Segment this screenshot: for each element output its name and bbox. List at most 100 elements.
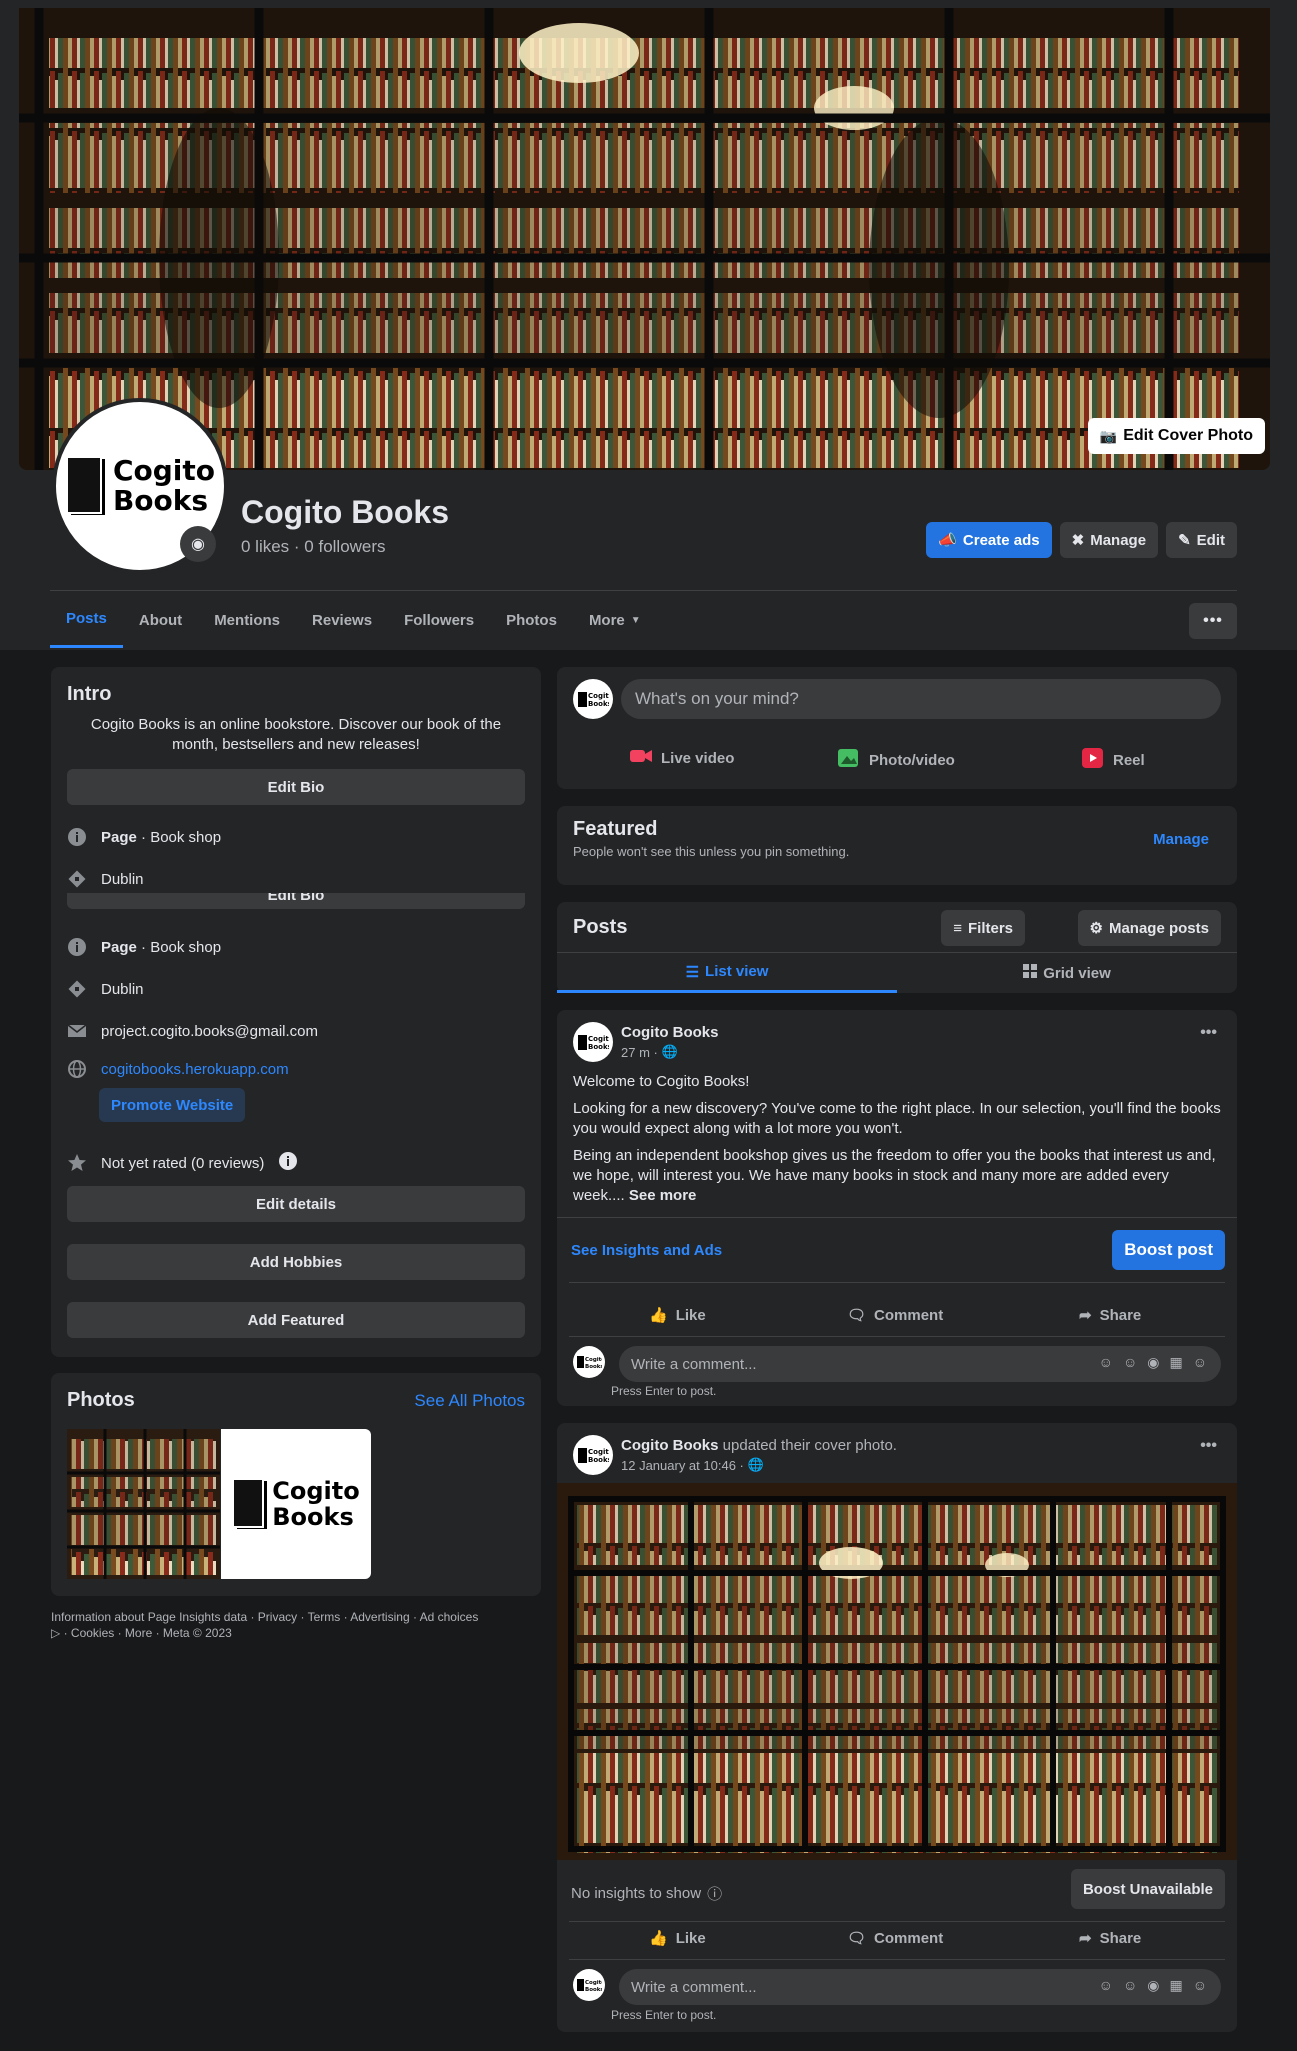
comment-button[interactable]: 🗨 Comment [847, 1306, 943, 1325]
post-author[interactable]: Cogito Books [621, 1024, 719, 1041]
more-options-button[interactable]: ••• [1189, 603, 1237, 639]
divider [569, 1336, 1225, 1337]
gif-icon[interactable]: ▦ [1169, 1977, 1182, 1994]
gear-icon: ⚙ [1089, 920, 1103, 937]
reel-button[interactable]: Reel [1081, 747, 1145, 773]
comment-input[interactable]: Write a comment... ☺ ☺ ◉ ▦ ☺ [619, 1346, 1221, 1382]
globe-icon [67, 1059, 87, 1079]
featured-manage-link[interactable]: Manage [1153, 831, 1209, 848]
see-more-link[interactable]: See more [629, 1187, 697, 1204]
manage-button[interactable]: ✖ Manage [1059, 522, 1159, 558]
post-avatar[interactable]: CogitoBooks [573, 1435, 613, 1475]
share-icon: ➦ [1079, 1307, 1092, 1324]
header-actions: 📣 Create ads ✖ Manage ✎ Edit [926, 522, 1237, 558]
location-icon [67, 869, 87, 889]
avatar-sticker-icon[interactable]: ☺ [1099, 1977, 1113, 1994]
pencil-icon: ✎ [1178, 532, 1191, 549]
share-button[interactable]: ➦ Share [1079, 1929, 1141, 1948]
whats-on-your-mind-input[interactable]: What's on your mind? [621, 679, 1221, 719]
photos-card: Photos See All Photos Cogito Books [51, 1373, 541, 1596]
tabs-divider [50, 590, 1237, 591]
intro-location-2: Dublin [67, 979, 144, 999]
tab-mentions[interactable]: Mentions [198, 592, 296, 648]
sliders-icon: ≡ [953, 919, 962, 937]
promote-website-button[interactable]: Promote Website [99, 1088, 246, 1122]
post-timestamp[interactable]: 12 January at 10:46 · 🌐 [621, 1457, 764, 1473]
create-ads-button[interactable]: 📣 Create ads [926, 522, 1052, 558]
commenter-avatar: CogitoBooks [573, 1346, 605, 1378]
envelope-icon [67, 1021, 87, 1041]
comment-input[interactable]: Write a comment... ☺ ☺ ◉ ▦ ☺ [619, 1969, 1221, 2005]
photo-thumb-cover[interactable] [67, 1429, 220, 1579]
edit-details-button[interactable]: Edit details [67, 1186, 525, 1222]
intro-rating: Not yet rated (0 reviews) [67, 1151, 298, 1175]
post-author[interactable]: Cogito Books [621, 1437, 719, 1454]
tab-more[interactable]: More ▼ [573, 592, 657, 648]
intro-category: Page · Book shop [67, 827, 221, 847]
comment-hint: Press Enter to post. [611, 1384, 717, 1398]
website-link[interactable]: cogitobooks.herokuapp.com [101, 1061, 289, 1078]
cover-photo[interactable] [19, 8, 1270, 470]
tab-posts[interactable]: Posts [50, 592, 123, 648]
live-video-button[interactable]: Live video [629, 747, 734, 769]
svg-text:Cogito: Cogito [585, 1357, 602, 1363]
post-options-icon[interactable]: ••• [1200, 1437, 1217, 1455]
post-image[interactable] [557, 1483, 1237, 1860]
gif-icon[interactable]: ▦ [1169, 1354, 1182, 1371]
post-options-icon[interactable]: ••• [1200, 1024, 1217, 1042]
photo-video-button[interactable]: Photo/video [837, 747, 955, 773]
no-insights-label: No insights to show ⓘ [571, 1883, 723, 1904]
tab-reviews[interactable]: Reviews [296, 592, 388, 648]
update-profile-picture-button[interactable]: ◉ [180, 526, 216, 562]
logo-icon: CogitoBooks [578, 692, 609, 708]
camera-icon[interactable]: ◉ [1147, 1977, 1159, 1994]
post-timestamp[interactable]: 27 m · 🌐 [621, 1044, 678, 1060]
tab-about[interactable]: About [123, 592, 198, 648]
logo-icon: CogitoBooks [578, 1035, 609, 1051]
filters-button[interactable]: ≡ Filters [941, 910, 1025, 946]
reel-icon [1081, 747, 1105, 773]
boost-post-button[interactable]: Boost post [1112, 1230, 1225, 1270]
tab-followers[interactable]: Followers [388, 592, 490, 648]
list-icon: ☰ [685, 963, 700, 981]
page-header: 📷 Edit Cover Photo Cogito Books ◉ Cogito… [0, 0, 1297, 650]
megaphone-icon: 📣 [938, 532, 957, 549]
boost-unavailable-button[interactable]: Boost Unavailable [1070, 1869, 1225, 1909]
featured-title: Featured [573, 818, 658, 840]
grid-view-tab[interactable]: Grid view [897, 953, 1237, 993]
manage-posts-button[interactable]: ⚙ Manage posts [1077, 910, 1221, 946]
posts-header-card: Posts ≡ Filters ⚙ Manage posts ☰ List vi… [557, 902, 1237, 993]
avatar-sticker-icon[interactable]: ☺ [1099, 1354, 1113, 1371]
share-button[interactable]: ➦ Share [1079, 1306, 1141, 1325]
tab-photos[interactable]: Photos [490, 592, 573, 648]
see-all-photos-link[interactable]: See All Photos [414, 1391, 525, 1411]
camera-icon[interactable]: ◉ [1147, 1354, 1159, 1371]
edit-cover-photo-button[interactable]: 📷 Edit Cover Photo [1087, 418, 1265, 454]
info-icon [67, 827, 87, 847]
edit-bio-button-duplicate[interactable]: Edit Bio [67, 893, 525, 909]
see-insights-link[interactable]: See Insights and Ads [571, 1242, 722, 1259]
list-view-tab[interactable]: ☰ List view [557, 953, 897, 993]
comment-button[interactable]: 🗨 Comment [847, 1929, 943, 1948]
edit-button[interactable]: ✎ Edit [1166, 522, 1237, 558]
edit-bio-button[interactable]: Edit Bio [67, 769, 525, 805]
ellipsis-icon: ••• [1203, 612, 1223, 629]
divider [569, 1282, 1225, 1283]
emoji-icon[interactable]: ☺ [1123, 1977, 1137, 1994]
add-hobbies-button[interactable]: Add Hobbies [67, 1244, 525, 1280]
intro-bio: Cogito Books is an online bookstore. Dis… [90, 716, 502, 753]
info-icon[interactable] [278, 1151, 298, 1175]
posts-title: Posts [573, 916, 628, 938]
like-button[interactable]: 👍 Like [649, 1929, 706, 1948]
info-icon[interactable]: ⓘ [707, 1883, 722, 1904]
intro-category-2: Page · Book shop [67, 937, 221, 957]
post-avatar[interactable]: CogitoBooks [573, 1022, 613, 1062]
like-button[interactable]: 👍 Like [649, 1306, 706, 1325]
emoji-icon[interactable]: ☺ [1123, 1354, 1137, 1371]
add-featured-button[interactable]: Add Featured [67, 1302, 525, 1338]
logo-icon: CogitoBooks [578, 1448, 609, 1464]
photo-thumb-logo[interactable]: Cogito Books [221, 1429, 371, 1579]
sticker-icon[interactable]: ☺ [1193, 1354, 1207, 1371]
share-icon: ➦ [1079, 1930, 1092, 1947]
sticker-icon[interactable]: ☺ [1193, 1977, 1207, 1994]
